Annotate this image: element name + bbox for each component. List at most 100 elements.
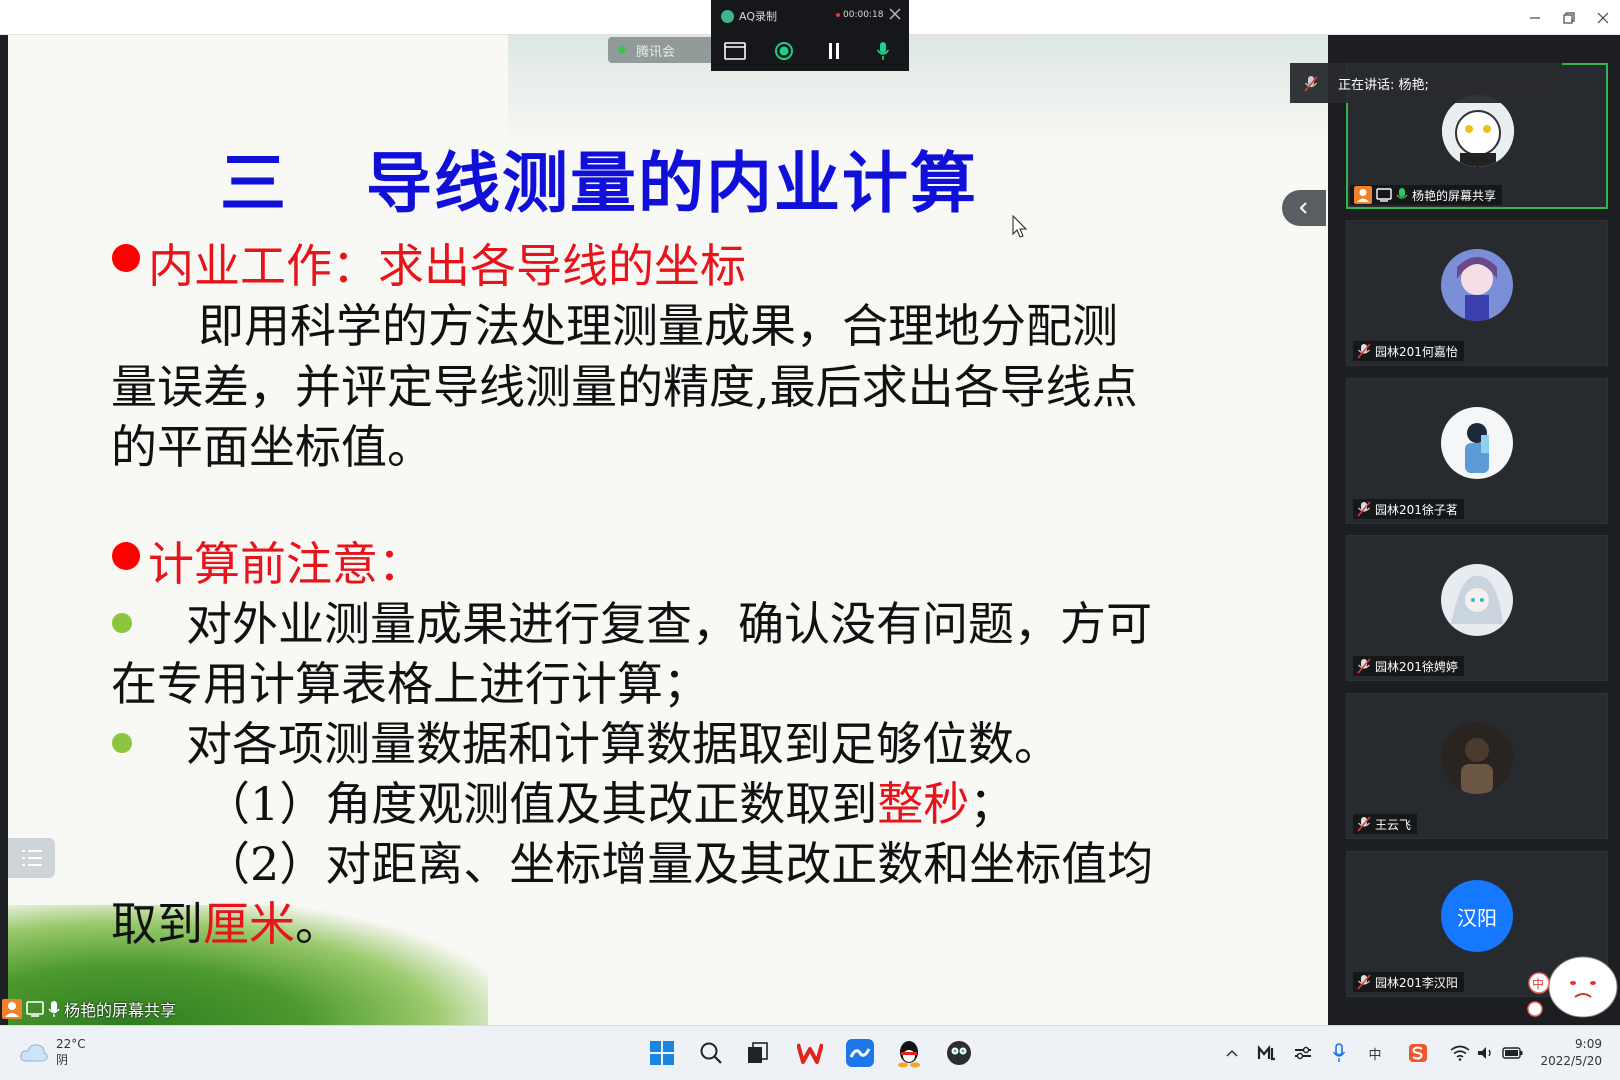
system-clock[interactable]: 9:09 2022/5/20 <box>1540 1036 1602 1070</box>
qq-app-button[interactable] <box>892 1036 926 1070</box>
recorder-app-icon <box>947 1041 971 1065</box>
person-icon <box>1354 186 1372 204</box>
screen-share-name: 杨艳的屏幕共享 <box>64 1001 177 1020</box>
taskbar: 22°C 阴 中 9:09 2022/5/20 <box>0 1025 1620 1080</box>
tray-volume[interactable] <box>1474 1042 1496 1064</box>
restore-button[interactable] <box>1552 0 1586 35</box>
recorder-panel: AQ录制 00:00:18 <box>711 0 909 71</box>
weather-widget[interactable]: 22°C 阴 <box>20 1036 86 1068</box>
item1-text: （1）角度观测值及其改正数取到整秒； <box>204 768 1015 834</box>
tile-name-bar: 杨艳的屏幕共享 <box>1350 185 1503 205</box>
ime-indicator: 中 <box>1368 1047 1382 1063</box>
participant-tile[interactable]: 王云飞 <box>1346 693 1608 839</box>
tray-ime[interactable]: 中 <box>1364 1042 1386 1064</box>
mascot-badge: 中 <box>1532 977 1545 991</box>
tile-name-bar: 园林201徐子茗 <box>1353 499 1464 519</box>
mouse-cursor-icon <box>1012 215 1028 238</box>
item2-line2-prefix: 取到 <box>111 897 203 951</box>
microphone-icon <box>876 42 890 60</box>
search-button[interactable] <box>694 1036 728 1070</box>
clock-time: 9:09 <box>1575 1037 1602 1051</box>
task-view-icon <box>748 1042 768 1063</box>
start-button[interactable] <box>645 1036 679 1070</box>
close-icon <box>889 8 901 20</box>
microphone-icon <box>1332 1043 1346 1062</box>
participant-tile[interactable]: 园林201何嘉怡 <box>1346 220 1608 366</box>
avatar <box>1441 722 1513 794</box>
participant-tile[interactable]: 园林201徐子茗 <box>1346 378 1608 524</box>
search-icon <box>700 1042 722 1064</box>
participant-tile[interactable]: 园林201徐娉婷 <box>1346 535 1608 681</box>
item1-prefix: （1）角度观测值及其改正数取到 <box>204 777 878 831</box>
tray-overflow-button[interactable] <box>1221 1042 1243 1064</box>
speaking-text: 正在讲话: 杨艳; <box>1338 77 1429 93</box>
screen-share-icon <box>1376 188 1392 202</box>
tray-transfer[interactable] <box>1292 1042 1314 1064</box>
tray-app-m[interactable] <box>1256 1042 1278 1064</box>
recorder-mic-button[interactable] <box>871 40 895 62</box>
m-logo-icon <box>1257 1045 1275 1061</box>
recorder-window-button[interactable] <box>723 40 747 62</box>
section1-line-1: 即用科学的方法处理测量成果，合理地分配测 <box>198 299 1118 353</box>
minimize-button[interactable] <box>1518 0 1552 35</box>
avatar-image <box>1441 407 1513 479</box>
recorder-app-button[interactable] <box>942 1036 976 1070</box>
list-icon <box>21 850 42 866</box>
avatar-image <box>1441 564 1513 636</box>
muted-microphone-icon <box>1357 816 1371 832</box>
participant-name: 园林201徐子茗 <box>1375 502 1458 517</box>
muted-microphone-icon <box>1304 76 1318 92</box>
record-icon <box>775 42 793 60</box>
section2-heading: 计算前注意： <box>148 537 424 591</box>
weather-condition: 阴 <box>56 1053 69 1067</box>
muted-microphone-icon <box>1357 501 1371 517</box>
section1-heading: 内业工作：求出各导线的坐标 <box>148 239 746 293</box>
participant-name: 园林201徐娉婷 <box>1375 659 1458 674</box>
wps-app-button[interactable] <box>793 1036 827 1070</box>
avatar-image <box>1442 95 1514 167</box>
tile-name-bar: 园林201何嘉怡 <box>1353 341 1464 361</box>
bullet2-text: 对各项测量数据和计算数据取到足够位数。 <box>186 717 1060 771</box>
screen-share-icon <box>26 1001 44 1017</box>
person-icon <box>2 999 22 1019</box>
close-icon <box>1597 12 1609 23</box>
collapse-panel-button[interactable] <box>1282 190 1326 226</box>
bullet1-line-1: 对外业测量成果进行复查，确认没有问题，方可 <box>186 597 1152 651</box>
slide-title: 三导线测量的内业计算 <box>220 130 978 226</box>
participant-name: 王云飞 <box>1375 817 1412 832</box>
recorder-close-button[interactable] <box>889 5 901 24</box>
red-bullet-dot <box>112 244 140 272</box>
mascot-sticker[interactable]: 中 <box>1525 925 1620 1025</box>
transfer-icon <box>1295 1046 1311 1060</box>
meeting-status-chip[interactable]: 腾讯会 <box>608 37 718 63</box>
wifi-icon <box>1450 1045 1470 1061</box>
chevron-up-icon <box>1226 1049 1238 1057</box>
slide-list-button[interactable] <box>8 838 55 878</box>
sogou-icon <box>1409 1044 1427 1062</box>
tray-battery[interactable] <box>1502 1042 1524 1064</box>
restore-icon <box>1563 11 1575 24</box>
slide-title-number: 三 <box>220 144 288 222</box>
screen-share-label: 杨艳的屏幕共享 <box>2 996 176 1022</box>
muted-microphone-icon <box>1357 658 1371 674</box>
tray-wifi[interactable] <box>1449 1042 1471 1064</box>
recorder-app-name: AQ录制 <box>739 10 777 23</box>
windows-icon <box>650 1041 674 1065</box>
item2-line-1: （2）对距离、坐标增量及其改正数和坐标值均 <box>204 837 1154 891</box>
tray-microphone[interactable] <box>1328 1042 1350 1064</box>
red-bullet-dot <box>112 542 140 570</box>
task-view-button[interactable] <box>741 1036 775 1070</box>
slide-title-text: 导线测量的内业计算 <box>366 144 978 222</box>
cloud-icon <box>20 1044 48 1062</box>
participant-name: 园林201何嘉怡 <box>1375 344 1458 359</box>
avatar-image <box>1441 722 1513 794</box>
recorder-record-button[interactable] <box>772 40 796 62</box>
recorder-timer: 00:00:18 <box>836 10 883 20</box>
muted-microphone-icon <box>1357 974 1371 990</box>
green-bullet-dot <box>112 733 132 753</box>
recorder-pause-button[interactable] <box>822 40 846 62</box>
tray-sogou[interactable] <box>1407 1042 1429 1064</box>
participant-name: 园林201李汉阳 <box>1375 975 1458 990</box>
close-window-button[interactable] <box>1586 0 1620 35</box>
meeting-app-button[interactable] <box>843 1036 877 1070</box>
